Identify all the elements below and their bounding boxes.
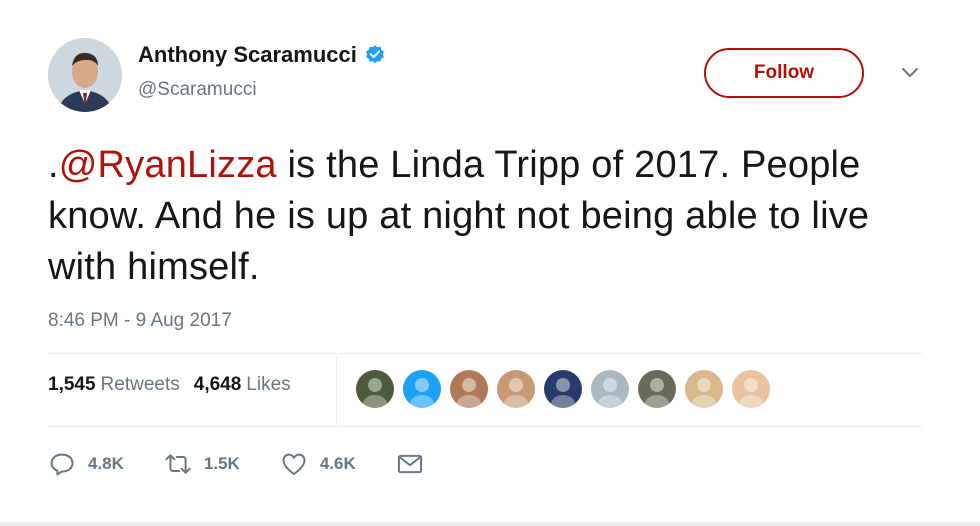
retweet-icon: [165, 454, 191, 474]
divider: [48, 426, 922, 427]
tweet-timestamp[interactable]: 8:46 PM - 9 Aug 2017: [48, 310, 232, 332]
reply-count: 4.8K: [88, 454, 124, 473]
liker-avatar[interactable]: [591, 370, 629, 408]
tweet-card: Anthony Scaramucci @Scaramucci Follow .@…: [0, 0, 980, 526]
likes-label: Likes: [246, 374, 291, 395]
liker-avatar[interactable]: [732, 370, 770, 408]
direct-message-button[interactable]: [396, 450, 424, 478]
envelope-icon: [397, 454, 422, 474]
mention-link[interactable]: @RyanLizza: [59, 144, 277, 186]
retweet-count: 1.5K: [203, 454, 240, 473]
liker-avatar[interactable]: [403, 370, 441, 408]
card-bottom-border: [0, 522, 980, 526]
liker-avatar[interactable]: [638, 370, 676, 408]
like-button[interactable]: 4.6K: [280, 450, 356, 478]
author-handle[interactable]: @Scaramucci: [138, 79, 257, 101]
retweets-count: 1,545: [48, 374, 96, 395]
liker-avatars: [356, 370, 779, 408]
tweet-stats: 1,545 Retweets 4,648 Likes: [48, 374, 305, 396]
liker-avatar[interactable]: [497, 370, 535, 408]
retweet-button[interactable]: 1.5K: [164, 450, 240, 478]
liker-avatar[interactable]: [685, 370, 723, 408]
verified-badge-icon: [365, 45, 384, 64]
reply-icon: [50, 453, 74, 476]
author-avatar[interactable]: [48, 38, 122, 112]
retweets-label: Retweets: [100, 374, 180, 395]
divider: [48, 353, 922, 354]
chevron-down-icon[interactable]: [900, 66, 920, 80]
stats-separator: [336, 355, 337, 425]
heart-icon: [282, 453, 306, 475]
liker-avatar[interactable]: [544, 370, 582, 408]
liker-avatar[interactable]: [450, 370, 488, 408]
follow-button[interactable]: Follow: [704, 48, 864, 98]
tweet-text: .@RyanLizza is the Linda Tripp of 2017. …: [48, 140, 928, 293]
like-count: 4.6K: [319, 454, 356, 473]
liker-avatar[interactable]: [356, 370, 394, 408]
retweets-stat[interactable]: 1,545 Retweets: [48, 374, 180, 396]
reply-button[interactable]: 4.8K: [48, 450, 124, 478]
tweet-actions: 4.8K 1.5K 4.6K: [48, 450, 464, 478]
likes-count: 4,648: [193, 374, 242, 395]
tweet-text-prefix: .: [48, 144, 59, 186]
likes-stat[interactable]: 4,648 Likes: [194, 374, 291, 396]
author-name[interactable]: Anthony Scaramucci: [138, 42, 357, 68]
